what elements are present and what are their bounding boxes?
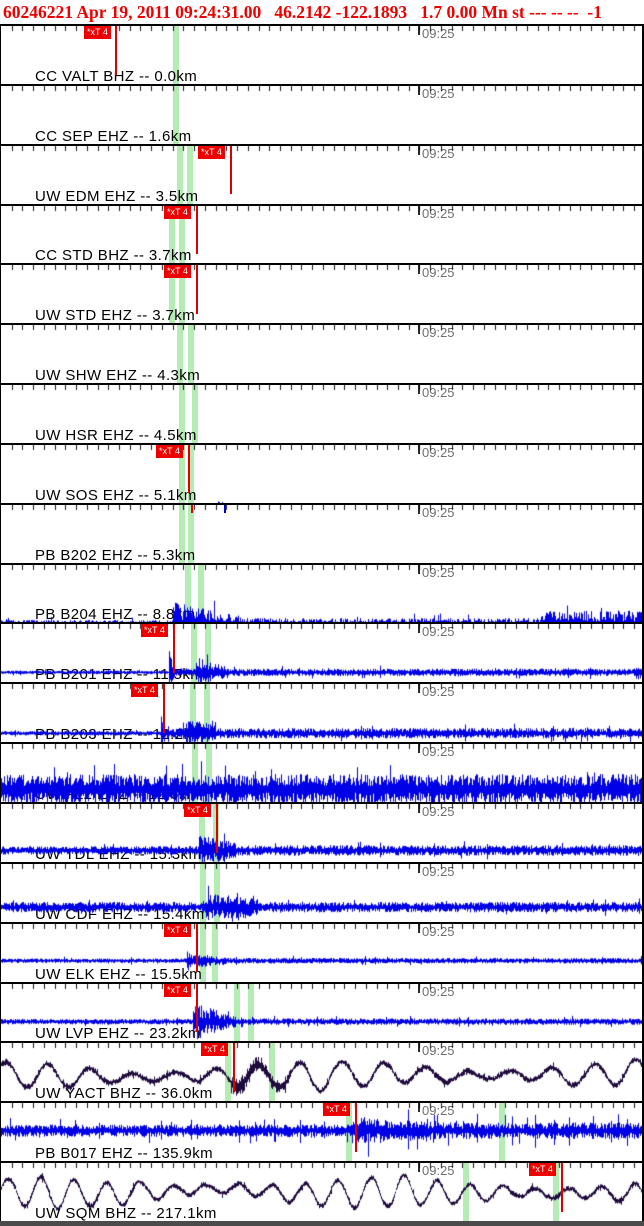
- waveform-canvas[interactable]: [1, 445, 642, 503]
- seismogram-row: 09:25 UW HSR EHZ -- 4.5km: [1, 383, 642, 443]
- waveform-canvas[interactable]: [1, 984, 642, 1042]
- s-pick-line: [115, 26, 117, 75]
- waveform-canvas[interactable]: [1, 1043, 642, 1101]
- s-pick-badge[interactable]: *xT 4: [84, 26, 111, 39]
- waveform-canvas[interactable]: [1, 206, 642, 264]
- s-pick-line: [188, 445, 190, 494]
- s-pick-badge[interactable]: *xT 4: [201, 1043, 228, 1056]
- waveform-canvas[interactable]: [1, 505, 642, 563]
- bottom-scrollbar[interactable]: [0, 1221, 644, 1226]
- seismogram-row: 09:25 CC SEP EHZ -- 1.6km: [1, 84, 642, 144]
- seismogram-row: 09:25 UW TDL EHZ -- 15.3km *xT 4: [1, 802, 642, 862]
- s-pick-line: [196, 206, 198, 255]
- seismogram-row: 09:25 CC VALT BHZ -- 0.0km *xT 4: [1, 24, 642, 84]
- s-pick-badge[interactable]: *xT 4: [131, 684, 158, 697]
- trace-rows-container: 09:25 CC VALT BHZ -- 0.0km *xT 4 09:25 C…: [0, 24, 644, 1221]
- s-pick-line: [196, 924, 198, 973]
- waveform-canvas[interactable]: [1, 385, 642, 443]
- seismogram-row: 09:25 PB B203 EHZ -- 12.2km *xT 4: [1, 682, 642, 742]
- event-summary-text: 60246221 Apr 19, 2011 09:24:31.00 46.214…: [3, 2, 602, 23]
- s-pick-line: [163, 684, 165, 733]
- seismogram-row: 09:25 UW CDF EHZ -- 15.4km: [1, 862, 642, 922]
- seismogram-row: 09:25 UW SHW EHZ -- 4.3km: [1, 323, 642, 383]
- s-pick-line: [216, 804, 218, 853]
- waveform-canvas[interactable]: [1, 804, 642, 862]
- waveform-canvas[interactable]: [1, 1103, 642, 1161]
- s-pick-line: [230, 146, 232, 195]
- seismogram-row: 09:25 CC STD BHZ -- 3.7km *xT 4: [1, 204, 642, 264]
- seismogram-row: 09:25 PB B017 EHZ -- 135.9km *xT 4: [1, 1101, 642, 1161]
- waveform-canvas[interactable]: [1, 565, 642, 623]
- s-pick-line: [196, 265, 198, 314]
- seismic-waveform-viewer: 60246221 Apr 19, 2011 09:24:31.00 46.214…: [0, 0, 644, 1226]
- seismogram-row: 09:25 UW YACT BHZ -- 36.0km *xT 4: [1, 1041, 642, 1101]
- s-pick-badge[interactable]: *xT 4: [184, 804, 211, 817]
- seismogram-row: 09:25 UW FL2 EHZ -- 12.6km: [1, 742, 642, 802]
- s-pick-line: [561, 1163, 563, 1212]
- waveform-canvas[interactable]: [1, 924, 642, 982]
- seismogram-row: 09:25 UW ELK EHZ -- 15.5km *xT 4: [1, 922, 642, 982]
- s-pick-badge[interactable]: *xT 4: [164, 206, 191, 219]
- pick-tick: [191, 505, 193, 513]
- seismogram-row: 09:25 UW EDM EHZ -- 3.5km *xT 4: [1, 144, 642, 204]
- s-pick-badge[interactable]: *xT 4: [323, 1103, 350, 1116]
- waveform-canvas[interactable]: [1, 86, 642, 144]
- s-pick-line: [355, 1103, 357, 1152]
- waveform-canvas[interactable]: [1, 864, 642, 922]
- seismogram-row: 09:25 UW SOS EHZ -- 5.1km *xT 4: [1, 443, 642, 503]
- s-pick-line: [233, 1043, 235, 1092]
- s-pick-badge[interactable]: *xT 4: [164, 984, 191, 997]
- pick-tick: [224, 505, 226, 513]
- seismogram-row: 09:25 UW SQM BHZ -- 217.1km *xT 4: [1, 1161, 642, 1221]
- waveform-canvas[interactable]: [1, 146, 642, 204]
- waveform-canvas[interactable]: [1, 325, 642, 383]
- s-pick-badge[interactable]: *xT 4: [164, 265, 191, 278]
- seismogram-row: 09:25 UW LVP EHZ -- 23.2km *xT 4: [1, 982, 642, 1042]
- waveform-canvas[interactable]: [1, 624, 642, 682]
- waveform-canvas[interactable]: [1, 265, 642, 323]
- waveform-canvas[interactable]: [1, 744, 642, 802]
- s-pick-badge[interactable]: *xT 4: [164, 924, 191, 937]
- s-pick-badge[interactable]: *xT 4: [529, 1163, 556, 1176]
- s-pick-badge[interactable]: *xT 4: [156, 445, 183, 458]
- event-header: 60246221 Apr 19, 2011 09:24:31.00 46.214…: [0, 0, 644, 24]
- s-pick-line: [173, 624, 175, 673]
- seismogram-row: 09:25 UW STD EHZ -- 3.7km *xT 4: [1, 263, 642, 323]
- waveform-canvas[interactable]: [1, 684, 642, 742]
- s-pick-line: [196, 984, 198, 1033]
- seismogram-row: 09:25 PB B202 EHZ -- 5.3km: [1, 503, 642, 563]
- seismogram-row: 09:25 PB B201 EHZ -- 11.5km *xT 4: [1, 622, 642, 682]
- seismogram-row: 09:25 PB B204 EHZ -- 8.8km: [1, 563, 642, 623]
- s-pick-badge[interactable]: *xT 4: [141, 624, 168, 637]
- s-pick-badge[interactable]: *xT 4: [198, 146, 225, 159]
